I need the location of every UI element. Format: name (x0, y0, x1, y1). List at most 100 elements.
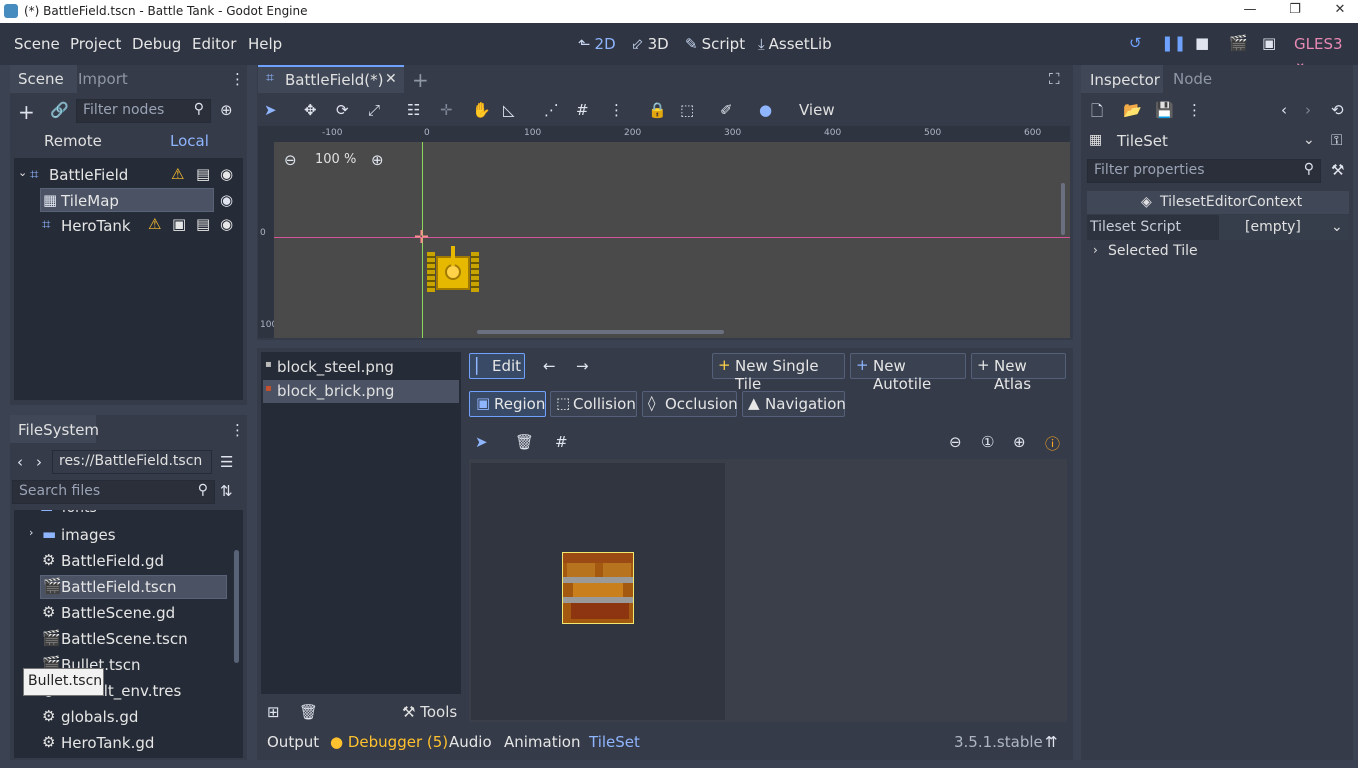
zoom-reset-icon[interactable]: ① (981, 433, 994, 451)
file-battlescene-gd[interactable]: ⚙ BattleScene.gd (40, 602, 230, 626)
load-resource-icon[interactable]: 📂 (1123, 101, 1142, 119)
history-forward-icon[interactable]: › (1305, 101, 1311, 119)
mode-collision-button[interactable]: ⬚ Collision (550, 391, 637, 417)
file-herotank-gd[interactable]: ⚙ HeroTank.gd (40, 732, 230, 756)
bone-icon[interactable]: ✐ (720, 101, 733, 119)
select-tool-icon[interactable]: ➤ (475, 433, 488, 451)
instance-scene-icon[interactable]: ⊕ (220, 101, 233, 119)
move-tool-icon[interactable]: ✥ (304, 101, 317, 119)
texture-item-brick[interactable]: ▪ block_brick.png (263, 380, 459, 403)
close-window-icon[interactable]: ✕ (1331, 2, 1349, 20)
remove-texture-icon[interactable]: 🗑 (299, 703, 318, 721)
tree-node-herotank[interactable]: ⌗ HeroTank ⚠ ▣ ▤ ◉ (40, 214, 244, 238)
ruler-tool-icon[interactable]: ◺ (503, 101, 515, 119)
mode-region-button[interactable]: ▣ Region (469, 391, 546, 417)
script-icon[interactable]: ▤ (196, 165, 210, 183)
tree-node-tilemap[interactable]: ▦ TileMap (40, 188, 214, 212)
group-icon[interactable]: ⬚ (680, 101, 694, 119)
tab-output[interactable]: Output (267, 733, 319, 751)
history-icon[interactable]: ⟲ (1331, 101, 1344, 119)
visibility-icon[interactable]: ◉ (220, 165, 233, 183)
file-battlefield-tscn[interactable]: 🎬 BattleField.tscn (40, 575, 227, 599)
pause-icon[interactable]: ❚❚ (1161, 34, 1186, 52)
menu-help[interactable]: Help (248, 35, 282, 53)
workspace-assetlib-button[interactable]: ⤓ AssetLib (758, 35, 832, 53)
zoom-in-icon[interactable]: ⊕ (1013, 433, 1026, 451)
lock-icon[interactable]: 🔒 (648, 101, 667, 119)
list-select-icon[interactable]: ☷ (407, 101, 420, 119)
object-properties-icon[interactable]: ⚿ (1331, 131, 1342, 149)
menu-project[interactable]: Project (70, 35, 121, 53)
expand-arrow-icon[interactable]: › (29, 526, 33, 539)
folder-fonts[interactable]: ▬ fonts (40, 510, 97, 522)
file-battlefield-gd[interactable]: ⚙ BattleField.gd (40, 550, 230, 574)
tab-tileset[interactable]: TileSet (589, 733, 640, 751)
new-resource-icon[interactable]: 🗋 (1091, 101, 1103, 126)
zoom-level[interactable]: 100 % (315, 152, 356, 167)
scene-tab-battlefield[interactable]: ⌗ BattleField(*) ✕ (258, 65, 404, 93)
split-mode-icon[interactable]: ☰ (220, 453, 233, 471)
erase-icon[interactable]: 🗑 (515, 433, 534, 451)
mode-occlusion-button[interactable]: ◊ Occlusion (642, 391, 738, 417)
tab-import[interactable]: Import (78, 70, 128, 88)
menu-debug[interactable]: Debug (132, 35, 181, 53)
tab-scene[interactable]: Scene (10, 65, 77, 93)
mode-navigation-button[interactable]: ▲ Navigation (742, 391, 846, 417)
edit-button[interactable]: ▏ Edit (469, 353, 525, 379)
back-icon[interactable]: ‹ (17, 453, 23, 471)
tools-menu[interactable]: ⚒ Tools (402, 703, 457, 721)
viewport-2d[interactable] (274, 142, 1070, 338)
grid-snap-icon[interactable]: # (555, 433, 568, 451)
sort-icon[interactable]: ⇅ (220, 482, 233, 500)
visibility-icon[interactable]: ◉ (220, 191, 233, 209)
zoom-out-icon[interactable]: ⊖ (284, 151, 297, 169)
camera-override-icon[interactable]: ● (759, 101, 772, 119)
collapse-arrow-icon[interactable]: ⌄ (18, 166, 27, 179)
filesystem-scrollbar[interactable] (234, 550, 239, 663)
tab-animation[interactable]: Animation (504, 733, 580, 751)
resource-menu-icon[interactable]: ⋮ (1187, 101, 1202, 119)
filter-properties-input[interactable]: Filter properties ⚲ (1087, 159, 1321, 183)
inspector-tools-icon[interactable]: ⚒ (1331, 161, 1344, 179)
expand-panel-icon[interactable]: ⇈ (1045, 733, 1058, 751)
save-resource-icon[interactable]: 💾 (1155, 101, 1174, 119)
viewport-hscrollbar[interactable] (477, 330, 724, 334)
workspace-script-button[interactable]: ✎ Script (685, 35, 745, 53)
group-selected-tile[interactable]: › Selected Tile (1087, 240, 1349, 262)
distraction-free-icon[interactable]: ⛶ (1049, 70, 1060, 88)
info-icon[interactable]: ⓘ (1045, 433, 1060, 454)
add-texture-icon[interactable]: ⊞ (267, 703, 280, 721)
snap-options-icon[interactable]: ⋮ (609, 101, 624, 119)
search-files-input[interactable]: Search files ⚲ (12, 480, 215, 504)
local-button[interactable]: Local (170, 132, 209, 150)
tab-audio[interactable]: Audio (449, 733, 492, 751)
play-custom-scene-icon[interactable]: ▣ (1262, 34, 1276, 52)
folder-images[interactable]: ▬ images (40, 524, 230, 548)
pivot-tool-icon[interactable]: ✛ (440, 101, 453, 119)
tank-sprite[interactable] (427, 246, 479, 298)
minimize-icon[interactable]: — (1241, 2, 1259, 20)
path-field[interactable]: res://BattleField.tscn (52, 450, 212, 474)
stop-icon[interactable]: ■ (1195, 34, 1209, 52)
visibility-icon[interactable]: ◉ (220, 215, 233, 233)
pan-tool-icon[interactable]: ✋ (472, 101, 491, 119)
prev-tile-icon[interactable]: ← (543, 357, 556, 375)
file-globals-gd[interactable]: ⚙ globals.gd (40, 706, 230, 730)
history-back-icon[interactable]: ‹ (1281, 101, 1287, 119)
viewport-vscrollbar[interactable] (1061, 183, 1065, 235)
select-tool-icon[interactable]: ➤ (264, 101, 277, 119)
workspace-2d-button[interactable]: ⬑ 2D (578, 35, 616, 53)
filter-nodes-input[interactable]: Filter nodes ⚲ (76, 99, 211, 123)
grid-snap-icon[interactable]: # (576, 101, 589, 119)
forward-icon[interactable]: › (36, 453, 42, 471)
view-menu[interactable]: View (799, 101, 835, 119)
zoom-out-icon[interactable]: ⊖ (949, 433, 962, 451)
rotate-tool-icon[interactable]: ⟳ (336, 101, 349, 119)
tab-inspector[interactable]: Inspector (1081, 65, 1163, 93)
menu-scene[interactable]: Scene (14, 35, 60, 53)
file-battlescene-tscn[interactable]: 🎬 BattleScene.tscn (40, 628, 230, 652)
remote-button[interactable]: Remote (44, 132, 102, 150)
restore-icon[interactable]: ❐ (1286, 2, 1304, 20)
script-icon[interactable]: ▤ (196, 215, 210, 233)
reload-icon[interactable]: ↺ (1129, 34, 1142, 52)
